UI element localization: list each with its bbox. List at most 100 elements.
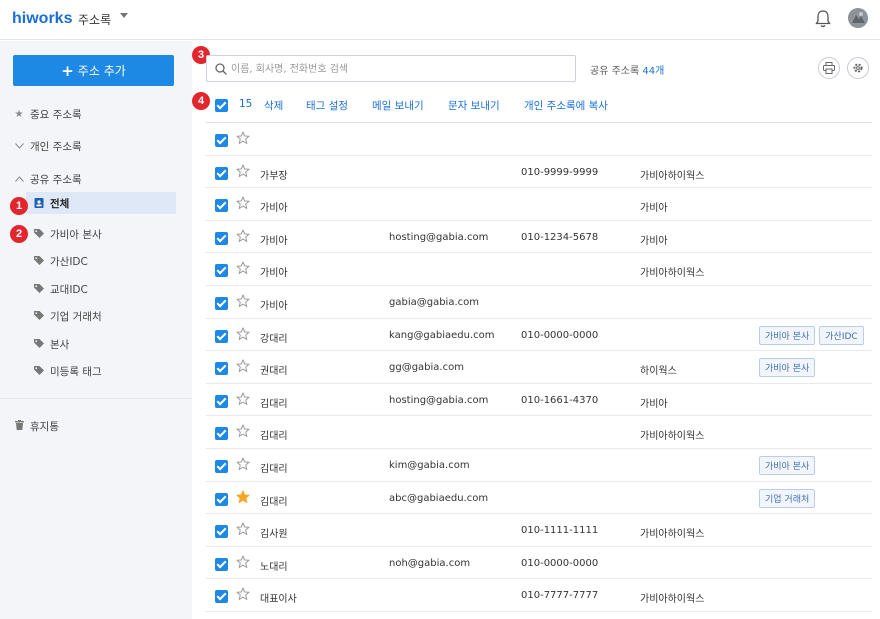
table-row[interactable]: 가부장 010-9999-9999 가비아하이웍스: [206, 156, 872, 189]
printer-icon: [823, 62, 835, 74]
star-icon[interactable]: [236, 294, 250, 308]
contact-email: gabia@gabia.com: [389, 297, 479, 308]
table-row[interactable]: 노대리 noh@gabia.com 010-0000-0000: [206, 547, 872, 580]
star-icon[interactable]: [236, 490, 250, 504]
row-checkbox[interactable]: [215, 297, 228, 310]
star-icon[interactable]: [236, 424, 250, 438]
shared-count: 공유 주소록 44개: [590, 62, 664, 77]
star-icon[interactable]: [236, 327, 250, 341]
hiworks-logo[interactable]: hiworks: [12, 10, 72, 28]
table-row[interactable]: [206, 123, 872, 156]
contact-company: 가비아하이웍스: [640, 529, 705, 541]
row-checkbox[interactable]: [215, 557, 228, 571]
star-icon[interactable]: [236, 555, 250, 569]
select-all-checkbox[interactable]: [215, 99, 228, 112]
sidebar-item-gabia-hq[interactable]: 가비아 본사: [34, 223, 176, 245]
plus-icon: +: [61, 61, 74, 80]
row-checkbox[interactable]: [215, 362, 228, 376]
sidebar-item-headquarters[interactable]: 본사: [34, 333, 176, 355]
send-sms-button[interactable]: 문자 보내기: [448, 98, 500, 113]
table-row[interactable]: 김대리 hosting@gabia.com 010-1661-4370 가비아: [206, 384, 872, 417]
contact-name: 가비아: [260, 301, 288, 312]
star-icon[interactable]: [236, 261, 250, 275]
row-checkbox[interactable]: [215, 394, 228, 408]
tag-chip[interactable]: 가비아 본사: [759, 325, 816, 345]
row-checkbox[interactable]: [215, 166, 228, 180]
contact-phone: 010-7777-7777: [521, 590, 599, 602]
star-icon[interactable]: [236, 457, 250, 471]
search-input[interactable]: [231, 60, 571, 78]
star-icon[interactable]: [236, 522, 250, 536]
row-checkbox[interactable]: [215, 199, 228, 213]
star-icon[interactable]: [236, 359, 250, 373]
sidebar-item-label: 교대IDC: [50, 283, 88, 296]
copy-to-personal-button[interactable]: 개인 주소록에 복사: [524, 98, 608, 113]
app-menu-caret-icon[interactable]: [120, 13, 128, 18]
add-contact-button[interactable]: + 주소 추가: [13, 55, 174, 86]
star-icon[interactable]: [236, 587, 250, 601]
sidebar-item-personal[interactable]: 개인 주소록: [12, 135, 176, 157]
gear-icon: [853, 63, 863, 73]
sidebar-item-important[interactable]: ★ 중요 주소록: [12, 103, 176, 125]
contact-company: 가비아: [640, 398, 668, 410]
table-row[interactable]: 대표이사 010-7777-7777 가비아하이웍스: [206, 579, 872, 612]
sidebar-item-business-partner[interactable]: 기업 거래처: [34, 305, 176, 327]
contact-name: 가비아: [260, 235, 288, 247]
row-checkbox[interactable]: [215, 231, 228, 245]
app-title[interactable]: 주소록: [78, 11, 111, 28]
table-row[interactable]: 김대리 abc@gabiaedu.com 기업 거래처: [206, 482, 872, 515]
tag-chip[interactable]: 가비아 본사: [759, 358, 816, 378]
row-checkbox[interactable]: [215, 134, 228, 147]
contact-company: 가비아: [640, 203, 668, 215]
tag-chip[interactable]: 기업 거래처: [759, 488, 816, 508]
contact-name: 노대리: [260, 561, 288, 573]
contact-name: 대표이사: [260, 594, 297, 606]
print-button[interactable]: [818, 57, 840, 79]
table-row[interactable]: 김대리 가비아하이웍스: [206, 416, 872, 449]
send-mail-button[interactable]: 메일 보내기: [372, 98, 424, 113]
contact-name: 가비아: [260, 268, 288, 280]
annotation-badge-1: 1: [10, 197, 28, 215]
table-row[interactable]: 김사원 010-1111-1111 가비아하이웍스: [206, 514, 872, 547]
sidebar-item-all[interactable]: 전체: [26, 192, 176, 214]
user-avatar[interactable]: [848, 8, 868, 28]
contact-name: 강대리: [260, 333, 288, 345]
tag-settings-button[interactable]: 태그 설정: [306, 98, 348, 113]
sidebar-item-gasan-idc[interactable]: 가산IDC: [34, 250, 176, 272]
settings-button[interactable]: [847, 57, 869, 79]
row-checkbox[interactable]: [215, 460, 228, 473]
sidebar-item-unregistered-tag[interactable]: 미등록 태그: [34, 360, 176, 382]
search-box[interactable]: [206, 55, 576, 82]
row-checkbox[interactable]: [215, 492, 228, 506]
add-contact-label: 주소 추가: [77, 64, 126, 78]
star-icon[interactable]: [236, 196, 250, 210]
table-row[interactable]: 가비아 가비아: [206, 188, 872, 221]
contact-name: 김대리: [260, 496, 288, 508]
table-row[interactable]: 김대리 kim@gabia.com 가비아 본사: [206, 449, 872, 482]
sidebar-item-gyodae-idc[interactable]: 교대IDC: [34, 278, 176, 300]
table-row[interactable]: 가비아 gabia@gabia.com: [206, 286, 872, 319]
table-row[interactable]: 가비아 hosting@gabia.com 010-1234-5678 가비아: [206, 221, 872, 254]
row-checkbox[interactable]: [215, 427, 228, 441]
star-icon[interactable]: [236, 164, 250, 178]
star-icon[interactable]: [236, 229, 250, 243]
bell-icon[interactable]: [814, 9, 832, 29]
row-checkbox[interactable]: [215, 329, 228, 343]
sidebar-item-shared[interactable]: 공유 주소록: [12, 168, 176, 190]
table-row[interactable]: 권대리 gg@gabia.com 하이웍스 가비아 본사: [206, 351, 872, 384]
row-checkbox[interactable]: [215, 525, 228, 539]
delete-button[interactable]: 삭제: [264, 98, 283, 113]
row-checkbox[interactable]: [215, 590, 228, 604]
star-icon[interactable]: [236, 392, 250, 406]
selected-count: 15: [239, 98, 253, 110]
star-icon[interactable]: [236, 131, 250, 145]
sidebar-item-label: 중요 주소록: [30, 108, 82, 121]
row-checkbox[interactable]: [215, 264, 228, 278]
star-icon: ★: [14, 108, 24, 120]
table-row[interactable]: 가비아 가비아하이웍스: [206, 253, 872, 286]
sidebar-item-trash[interactable]: 휴지통: [12, 415, 176, 437]
tag-chip[interactable]: 가산IDC: [819, 325, 864, 345]
search-icon: [215, 63, 227, 75]
tag-chip[interactable]: 가비아 본사: [759, 456, 816, 475]
table-row[interactable]: 강대리 kang@gabiaedu.com 010-0000-0000 가비아 본사 가…: [206, 319, 872, 352]
